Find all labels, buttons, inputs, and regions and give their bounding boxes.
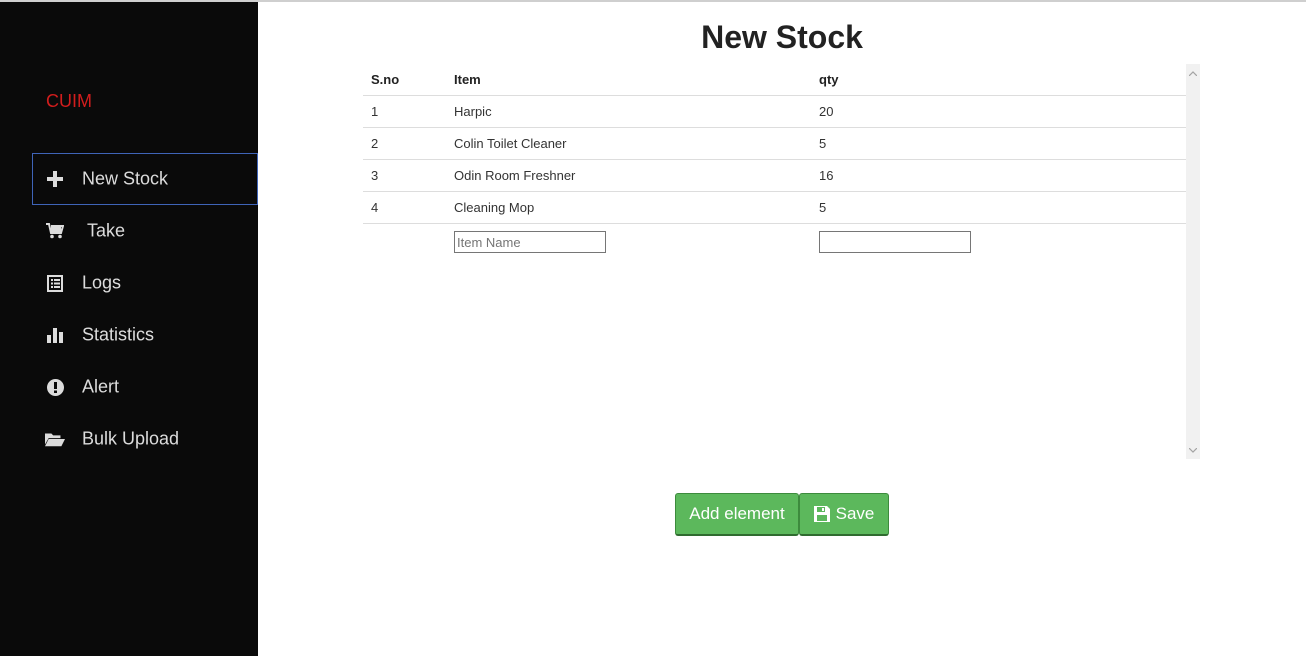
sidebar-item-logs[interactable]: Logs [32,257,258,309]
sidebar: CUIM New Stock Take Logs Statistics Aler… [0,2,258,656]
column-header-qty: qty [819,64,1186,96]
plus-icon [45,169,65,189]
save-button[interactable]: Save [799,493,889,536]
sidebar-item-bulk-upload[interactable]: Bulk Upload [32,413,258,465]
cell-item: Harpic [454,95,819,128]
sidebar-item-new-stock[interactable]: New Stock [32,153,258,205]
sidebar-item-take[interactable]: Take [32,205,258,257]
folder-open-icon [45,429,65,449]
column-header-sno: S.no [363,64,454,96]
table-scrollbar[interactable] [1186,64,1200,459]
table-header-row: S.no Item qty [363,64,1186,96]
cell-qty: 20 [819,95,1186,128]
sidebar-item-label: Bulk Upload [82,428,180,449]
sidebar-item-label: New Stock [82,168,169,189]
cell-qty-input [819,223,1186,261]
exclamation-circle-icon [45,377,65,397]
item-name-input[interactable] [454,231,606,254]
brand-logo-text[interactable]: CUIM [46,90,92,112]
column-header-item: Item [454,64,819,96]
cell-sno: 3 [363,159,454,192]
sidebar-item-label: Statistics [82,324,155,345]
table-row: 3 Odin Room Freshner 16 [363,159,1186,192]
new-item-row [363,223,1186,261]
cell-item: Cleaning Mop [454,191,819,224]
cell-sno: 4 [363,191,454,224]
cell-sno: 2 [363,127,454,160]
cart-icon [45,221,65,241]
sidebar-item-label: Take [87,220,126,241]
save-label: Save [835,504,875,523]
qty-input[interactable] [819,231,971,254]
add-element-button[interactable]: Add element [675,493,799,536]
floppy-disk-icon [813,506,830,522]
cell-qty: 5 [819,191,1186,224]
cell-sno-empty [363,223,454,261]
cell-qty: 16 [819,159,1186,192]
stock-table-container[interactable]: S.no Item qty 1 Harpic 20 2 Colin Toilet… [363,64,1200,459]
scroll-down-arrow-icon[interactable] [1186,443,1200,457]
sidebar-item-alert[interactable]: Alert [32,361,258,413]
page-title: New Stock [701,19,863,55]
table-row: 4 Cleaning Mop 5 [363,191,1186,224]
list-icon [45,273,65,293]
stock-table: S.no Item qty 1 Harpic 20 2 Colin Toilet… [363,64,1186,261]
table-row: 1 Harpic 20 [363,95,1186,128]
sidebar-nav: New Stock Take Logs Statistics Alert Bul… [32,153,258,465]
cell-item: Odin Room Freshner [454,159,819,192]
table-row: 2 Colin Toilet Cleaner 5 [363,127,1186,160]
cell-item: Colin Toilet Cleaner [454,127,819,160]
add-element-label: Add element [689,504,785,523]
cell-qty: 5 [819,127,1186,160]
sidebar-item-label: Alert [82,376,120,397]
bar-chart-icon [45,325,65,345]
cell-item-input [454,223,819,261]
sidebar-item-label: Logs [82,272,122,293]
cell-sno: 1 [363,95,454,128]
action-buttons: Add element Save [675,493,889,536]
sidebar-item-statistics[interactable]: Statistics [32,309,258,361]
scroll-up-arrow-icon[interactable] [1186,66,1200,80]
